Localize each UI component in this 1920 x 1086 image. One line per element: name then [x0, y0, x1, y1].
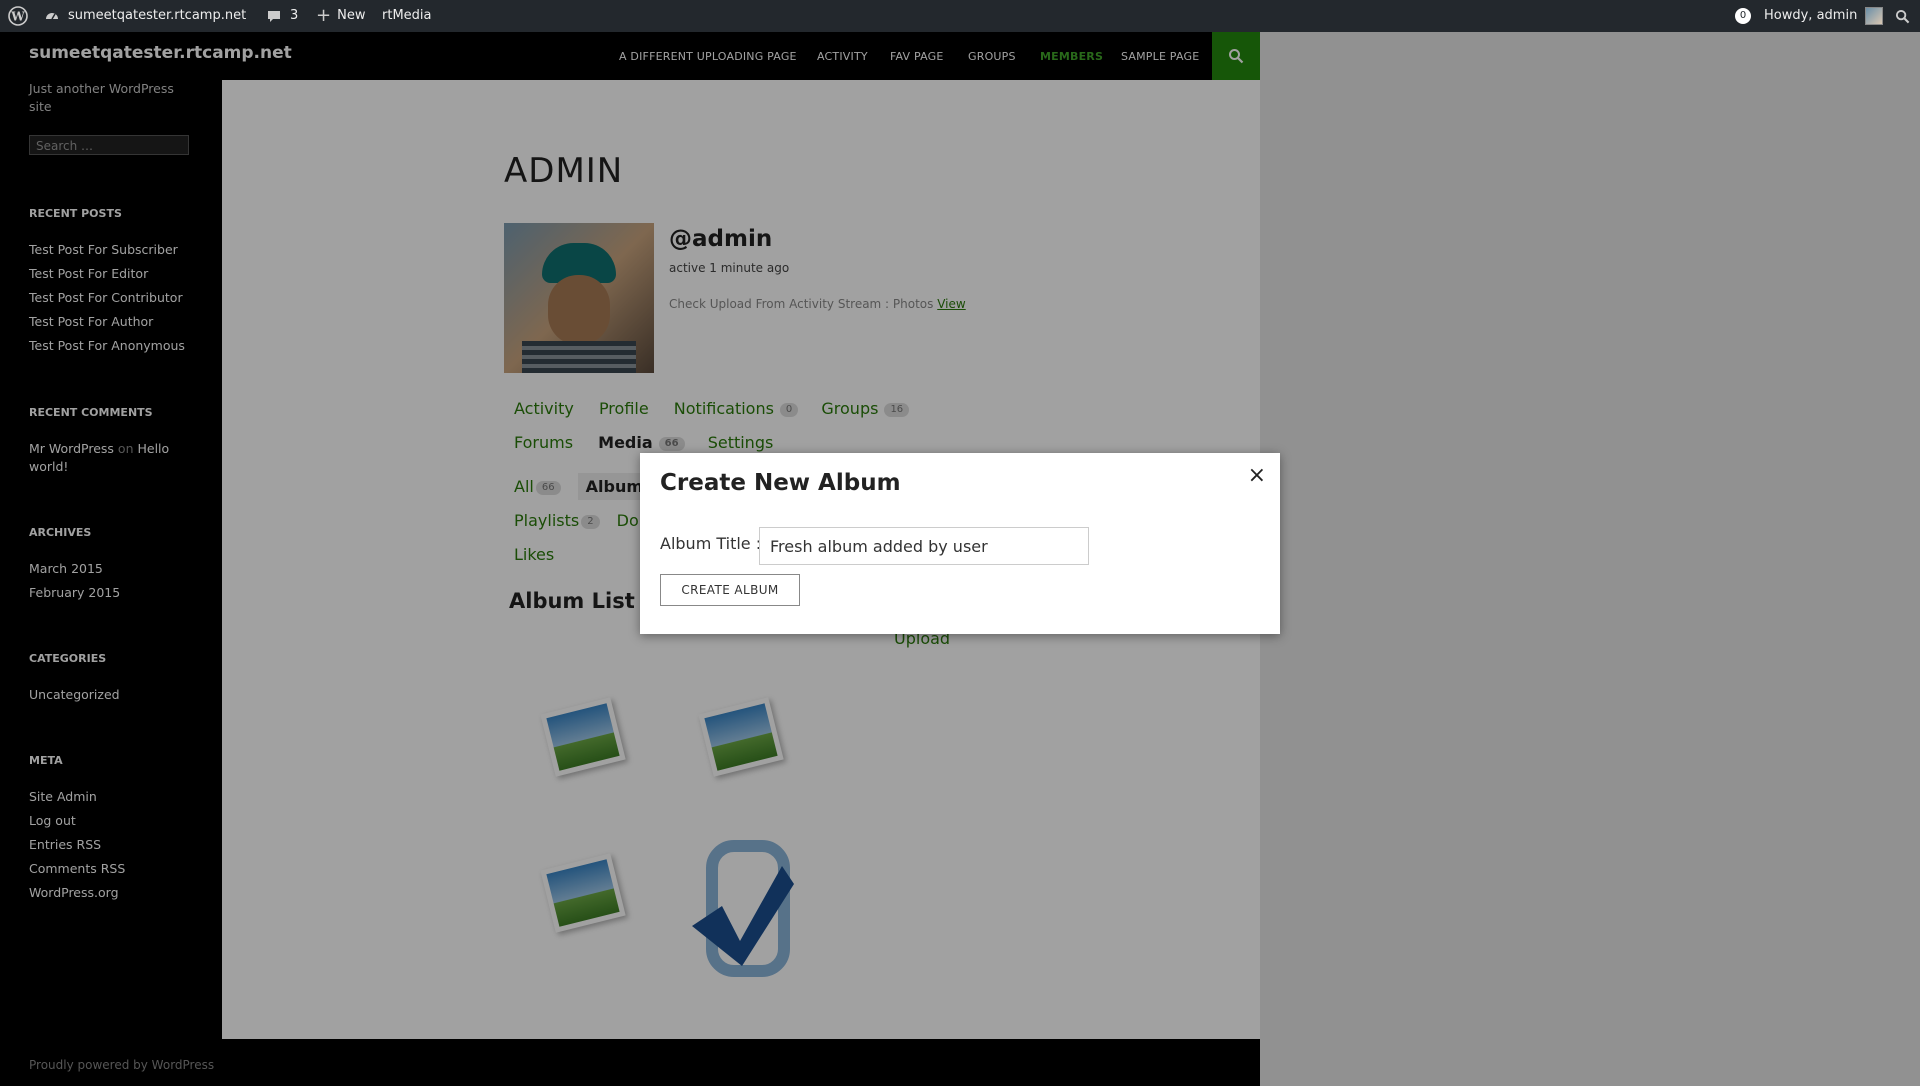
- adminbar-site-name: sumeetqatester.rtcamp.net: [68, 8, 247, 23]
- notifications-badge: 0: [1735, 8, 1751, 24]
- adminbar-site-link[interactable]: sumeetqatester.rtcamp.net: [44, 0, 246, 32]
- album-title-label: Album Title :: [660, 534, 762, 553]
- comments-count: 3: [290, 8, 299, 23]
- adminbar-my-account[interactable]: Howdy, admin: [1764, 0, 1884, 32]
- adminbar-rtmedia[interactable]: rtMedia: [382, 0, 432, 32]
- comment-bubble-icon: [268, 11, 280, 22]
- avatar-icon: [1865, 7, 1884, 25]
- adminbar-notifications[interactable]: 0: [1735, 0, 1751, 32]
- create-album-modal: Create New Album × Album Title : CREATE …: [640, 453, 1280, 634]
- howdy-text: Howdy, admin: [1764, 8, 1858, 23]
- plus-icon: +: [316, 5, 332, 26]
- rtmedia-label: rtMedia: [382, 8, 432, 23]
- wordpress-logo-icon[interactable]: W: [8, 0, 28, 32]
- close-icon[interactable]: ×: [1248, 463, 1266, 488]
- new-label: New: [337, 8, 366, 23]
- dashboard-icon: [46, 13, 58, 20]
- modal-title: Create New Album: [660, 470, 901, 496]
- svg-text:W: W: [10, 10, 25, 24]
- album-title-input[interactable]: [759, 527, 1089, 565]
- create-album-button[interactable]: CREATE ALBUM: [660, 574, 800, 606]
- admin-bar: W sumeetqatester.rtcamp.net 3 + New rtMe…: [0, 0, 1920, 32]
- adminbar-new[interactable]: + New: [316, 0, 365, 32]
- adminbar-comments[interactable]: 3: [266, 0, 298, 32]
- adminbar-search-icon[interactable]: [1895, 0, 1910, 32]
